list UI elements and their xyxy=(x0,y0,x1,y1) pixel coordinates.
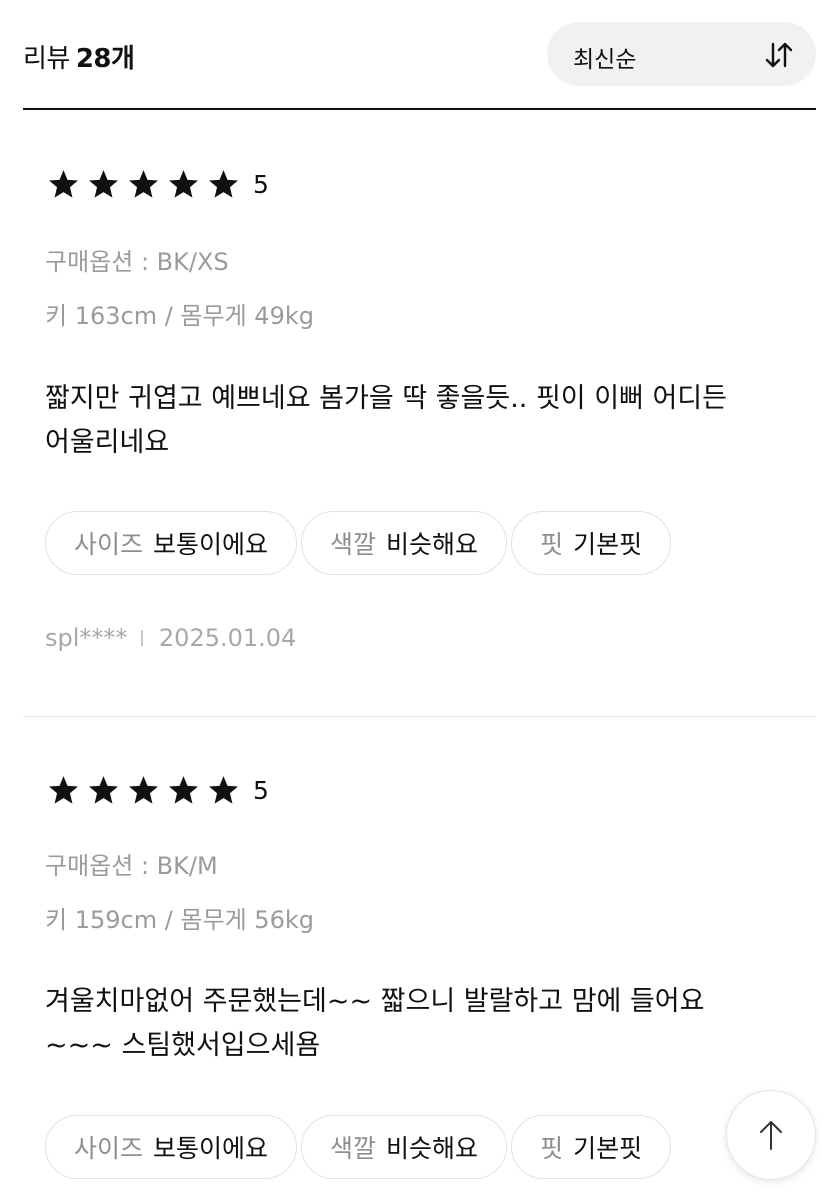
tag-size: 사이즈 보통이에요 xyxy=(45,1115,298,1179)
review-text-line: ~~~ 스팀했서입으세욤 xyxy=(45,1030,321,1061)
review-header: 리뷰 28개 최신순 xyxy=(23,0,816,110)
tag-value: 비슷해요 xyxy=(386,1134,479,1163)
review-title: 리뷰 28개 xyxy=(23,38,135,75)
review-title-label: 리뷰 xyxy=(23,44,70,74)
review-date: 2025.01.04 xyxy=(158,624,297,652)
review-item: 5 구매옵션 : BK/M 키 159cm / 몸무게 56kg 겨울치마없어 … xyxy=(23,718,816,1200)
arrow-up-icon xyxy=(760,1121,782,1150)
tag-key: 색깔 xyxy=(330,530,377,559)
star-icon xyxy=(129,170,158,198)
tag-key: 사이즈 xyxy=(74,1134,144,1163)
review-text: 짧지만 귀엽고 예쁘네요 봄가을 딱 좋을듯.. 핏이 이뻐 어디든 어울리네요 xyxy=(45,377,785,465)
review-writer: spl**** 2025.01.04 xyxy=(45,624,296,652)
star-icon xyxy=(169,170,198,198)
rating-score: 5 xyxy=(253,170,269,199)
tag-color: 색깔 비슷해요 xyxy=(301,1115,508,1179)
sort-dropdown[interactable]: 최신순 xyxy=(547,22,816,86)
tag-key: 핏 xyxy=(540,530,564,559)
review-text-line: 짧지만 귀엽고 예쁘네요 봄가을 딱 좋을듯.. 핏이 이뻐 어디든 xyxy=(45,383,727,414)
scroll-to-top-button[interactable] xyxy=(726,1090,816,1180)
star-icon xyxy=(209,170,238,198)
tag-color: 색깔 비슷해요 xyxy=(301,511,508,575)
review-item: 5 구매옵션 : BK/XS 키 163cm / 몸무게 49kg 짧지만 귀엽… xyxy=(23,112,816,717)
tag-fit: 핏 기본핏 xyxy=(511,511,672,575)
review-count: 28개 xyxy=(75,44,135,74)
review-tags: 사이즈 보통이에요 색깔 비슷해요 핏 기본핏 xyxy=(45,511,675,575)
purchase-option: 구매옵션 : BK/M xyxy=(45,852,218,880)
star-icon xyxy=(89,776,118,804)
review-text-line: 겨울치마없어 주문했는데~~ 짧으니 발랄하고 맘에 들어요 xyxy=(45,986,705,1017)
tag-value: 보통이에요 xyxy=(153,1134,269,1163)
tag-key: 색깔 xyxy=(330,1134,377,1163)
star-icon xyxy=(49,170,78,198)
purchase-option: 구매옵션 : BK/XS xyxy=(45,248,229,276)
tag-key: 핏 xyxy=(540,1134,564,1163)
sort-label: 최신순 xyxy=(573,47,637,73)
star-icon xyxy=(89,170,118,198)
divider xyxy=(141,630,143,646)
star-icon xyxy=(169,776,198,804)
rating-score: 5 xyxy=(253,776,269,805)
body-info: 키 159cm / 몸무게 56kg xyxy=(45,906,314,934)
review-text-line: 어울리네요 xyxy=(45,427,170,458)
body-info: 키 163cm / 몸무게 49kg xyxy=(45,302,314,330)
tag-value: 비슷해요 xyxy=(386,530,479,559)
tag-value: 기본핏 xyxy=(573,1134,643,1163)
star-icon xyxy=(129,776,158,804)
tag-value: 기본핏 xyxy=(573,530,643,559)
tag-fit: 핏 기본핏 xyxy=(511,1115,672,1179)
review-tags: 사이즈 보통이에요 색깔 비슷해요 핏 기본핏 xyxy=(45,1115,675,1179)
star-icon xyxy=(209,776,238,804)
tag-value: 보통이에요 xyxy=(153,530,269,559)
review-text: 겨울치마없어 주문했는데~~ 짧으니 발랄하고 맘에 들어요 ~~~ 스팀했서입… xyxy=(45,980,785,1068)
reviewer-id: spl**** xyxy=(45,624,128,652)
sort-arrows-icon xyxy=(765,42,793,68)
tag-size: 사이즈 보통이에요 xyxy=(45,511,298,575)
star-rating: 5 xyxy=(47,774,269,807)
star-icon xyxy=(49,776,78,804)
star-rating: 5 xyxy=(47,168,269,201)
tag-key: 사이즈 xyxy=(74,530,144,559)
